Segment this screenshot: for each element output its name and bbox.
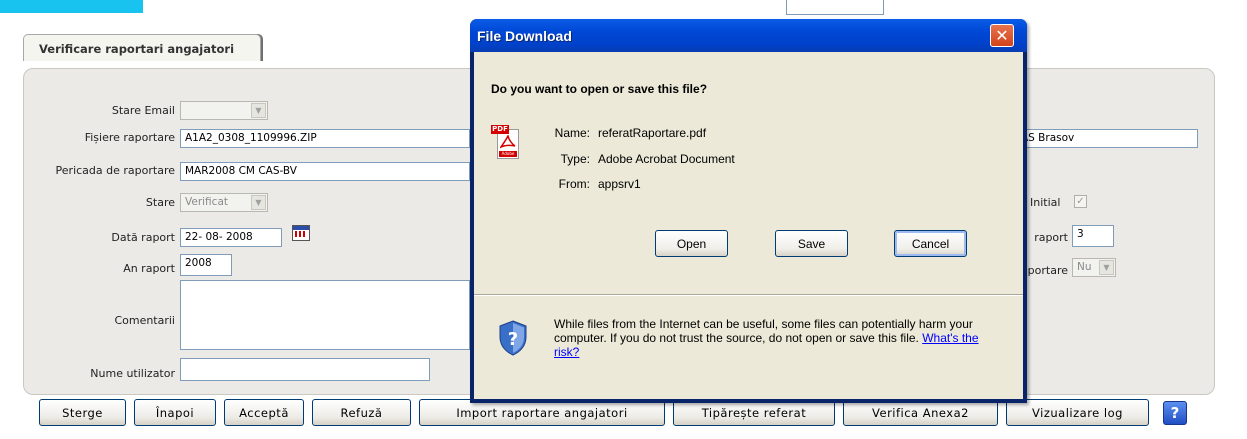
data-raport-input[interactable]: 22- 08- 2008	[180, 228, 282, 247]
name-key: Name:	[554, 126, 590, 140]
dialog-body: Do you want to open or save this file? P…	[474, 52, 1023, 399]
type-key: Type:	[560, 152, 590, 166]
an-raport-input[interactable]: 2008	[180, 254, 232, 276]
raport-label: raport	[1034, 231, 1068, 244]
stare-select[interactable]: Verificat ▼	[180, 193, 268, 212]
accepta-button[interactable]: Acceptă	[224, 399, 304, 426]
import-raportare-button[interactable]: Import raportare angajatori	[419, 399, 665, 426]
raportare-select[interactable]: Nu ▼	[1072, 258, 1116, 277]
tipareste-referat-button[interactable]: Tipărește referat	[673, 399, 835, 426]
data-raport-label: Dată raport	[111, 231, 175, 244]
security-warning: While files from the Internet can be use…	[554, 317, 1004, 359]
tab-verificare-raportari[interactable]: Verificare raportari angajatori	[23, 34, 261, 61]
warning-text: While files from the Internet can be use…	[554, 317, 973, 345]
vizualizare-log-button[interactable]: Vizualizare log	[1006, 399, 1149, 426]
stare-email-select[interactable]: ▼	[180, 101, 268, 120]
an-raport-label: An raport	[123, 262, 175, 275]
type-value: Adobe Acrobat Document	[598, 152, 735, 166]
sterge-button[interactable]: Sterge	[39, 399, 126, 426]
raportare-value: Nu	[1077, 261, 1092, 273]
dialog-titlebar[interactable]: File Download ✕	[470, 19, 1027, 52]
raportare-label: portare	[1027, 264, 1068, 277]
top-strip	[0, 0, 1247, 16]
comentarii-textarea[interactable]	[180, 280, 470, 350]
open-button[interactable]: Open	[655, 230, 728, 257]
stare-value: Verificat	[185, 196, 228, 208]
dialog-title: File Download	[477, 28, 572, 44]
from-value: appsrv1	[598, 177, 641, 191]
perioada-input[interactable]: MAR2008 CM CAS-BV	[180, 162, 470, 181]
refuza-button[interactable]: Refuză	[312, 399, 411, 426]
verifica-anexa2-button[interactable]: Verifica Anexa2	[843, 399, 998, 426]
tab-label: Verificare raportari angajatori	[39, 42, 235, 56]
calendar-icon[interactable]	[292, 225, 310, 241]
chevron-down-icon: ▼	[251, 195, 266, 210]
file-download-dialog: File Download ✕ Do you want to open or s…	[470, 19, 1027, 403]
raport-number-input[interactable]: 3	[1072, 225, 1114, 247]
highlight-block	[0, 0, 143, 13]
stare-email-label: Stare Email	[111, 104, 175, 117]
top-text-fragment	[150, 0, 850, 8]
svg-text:?: ?	[508, 329, 518, 350]
dialog-separator	[474, 294, 1023, 296]
chevron-down-icon: ▼	[1099, 260, 1114, 275]
name-value: referatRaportare.pdf	[598, 126, 707, 140]
comentarii-label: Comentarii	[114, 314, 175, 327]
inapoi-button[interactable]: Înapoi	[134, 399, 216, 426]
security-shield-icon: ?	[499, 320, 527, 356]
help-icon[interactable]: ?	[1163, 401, 1187, 425]
perioada-label: Pericada de raportare	[55, 164, 175, 177]
nume-utilizator-input[interactable]	[180, 358, 430, 381]
nume-utilizator-label: Nume utilizator	[90, 367, 175, 380]
fisiere-label: Fișiere raportare	[84, 131, 175, 144]
fisiere-input[interactable]: A1A2_0308_1109996.ZIP	[180, 129, 470, 148]
from-key: From:	[558, 177, 590, 191]
dialog-question: Do you want to open or save this file?	[491, 82, 708, 96]
cancel-button[interactable]: Cancel	[894, 230, 967, 257]
save-button[interactable]: Save	[775, 230, 848, 257]
chevron-down-icon: ▼	[251, 103, 266, 118]
initial-checkbox[interactable]: ✓	[1074, 195, 1087, 208]
right-text-input[interactable]: AS Brasov	[1000, 129, 1198, 148]
close-icon[interactable]: ✕	[990, 24, 1014, 47]
top-input-box[interactable]	[786, 0, 884, 15]
initial-label: Initial	[1030, 196, 1061, 209]
stare-label: Stare	[145, 196, 175, 209]
